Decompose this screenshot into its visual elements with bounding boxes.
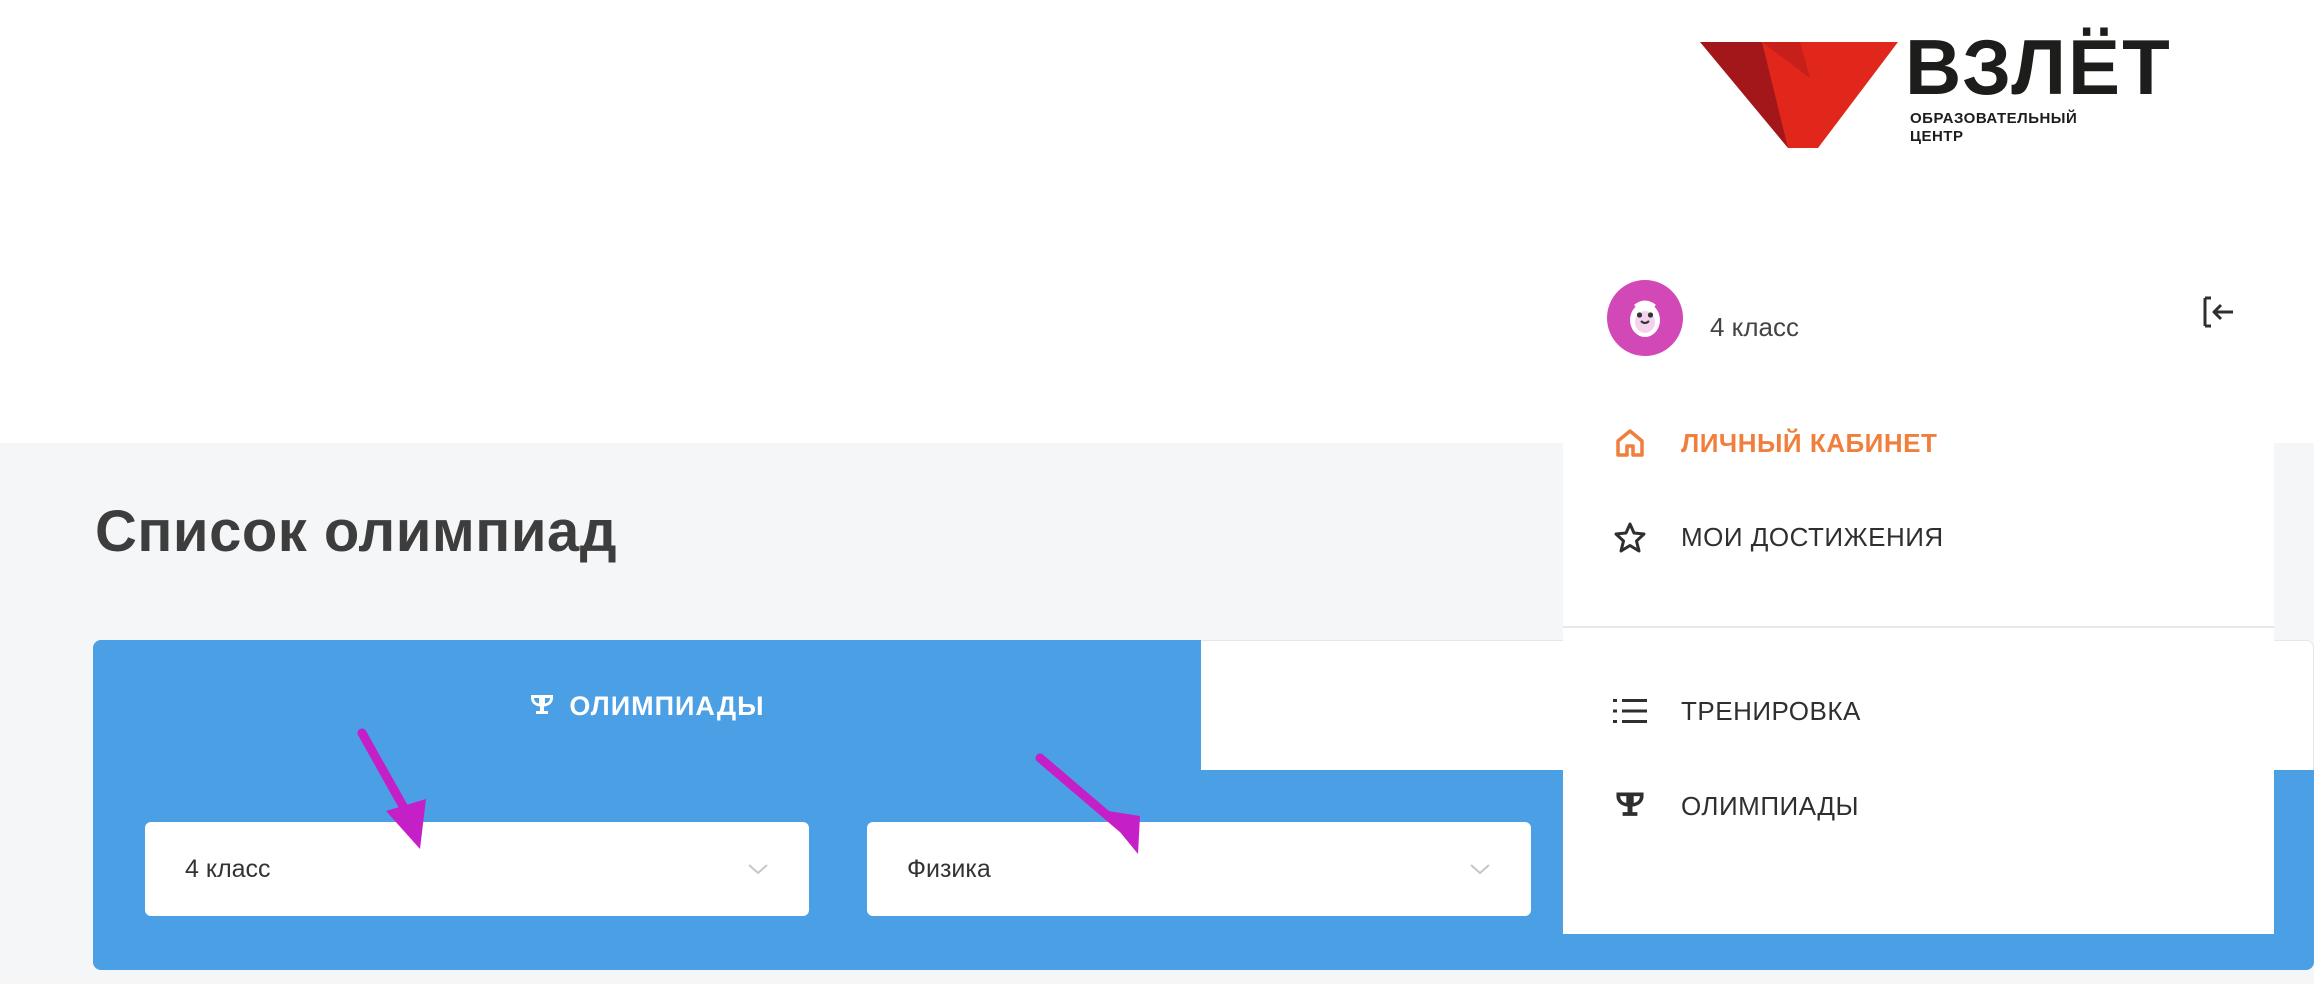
penguin-avatar-icon[interactable] xyxy=(1607,280,1683,356)
user-grade: 4 класс xyxy=(1710,312,1799,342)
menu-item-training-label: ТРЕНИРОВКА xyxy=(1681,695,1861,726)
brand-logo[interactable]: ВЗЛЁТ ОБРАЗОВАТЕЛЬНЫЙ ЦЕНТР xyxy=(1700,10,2170,160)
star-icon xyxy=(1613,520,1647,554)
menu-item-cabinet[interactable]: ЛИЧНЫЙ КАБИНЕТ xyxy=(1613,413,2213,473)
brand-subtitle: ОБРАЗОВАТЕЛЬНЫЙ ЦЕНТР xyxy=(1910,110,2077,146)
chevron-down-icon xyxy=(1469,862,1491,876)
annotation-arrow-grade xyxy=(357,728,426,849)
grade-select-value: 4 класс xyxy=(185,854,271,883)
menu-item-olympiads[interactable]: ОЛИМПИАДЫ xyxy=(1613,776,2213,836)
brand-subtitle-line1: ОБРАЗОВАТЕЛЬНЫЙ xyxy=(1910,110,2078,127)
tab-olympiads-label: ОЛИМПИАДЫ xyxy=(569,690,765,721)
trophy-icon xyxy=(1613,789,1647,823)
menu-item-training[interactable]: ТРЕНИРОВКА xyxy=(1613,681,2213,741)
menu-divider xyxy=(1563,626,2274,628)
logout-icon[interactable] xyxy=(2197,290,2241,334)
grade-select[interactable]: 4 класс xyxy=(145,822,809,916)
trophy-icon xyxy=(529,693,555,719)
menu-item-achievements[interactable]: МОИ ДОСТИЖЕНИЯ xyxy=(1613,507,2213,567)
subject-select-value: Физика xyxy=(907,854,991,883)
list-icon xyxy=(1613,694,1647,728)
subject-select[interactable]: Физика xyxy=(867,822,1531,916)
brand-check-icon xyxy=(1700,42,1898,148)
chevron-down-icon xyxy=(747,862,769,876)
page-title: Список олимпиад xyxy=(95,499,618,564)
menu-item-cabinet-label: ЛИЧНЫЙ КАБИНЕТ xyxy=(1681,427,1938,458)
annotation-arrow-subject xyxy=(1035,753,1140,854)
home-icon xyxy=(1613,426,1647,460)
menu-item-achievements-label: МОИ ДОСТИЖЕНИЯ xyxy=(1681,521,1944,552)
brand-subtitle-line2: ЦЕНТР xyxy=(1910,128,1964,145)
menu-item-olympiads-label: ОЛИМПИАДЫ xyxy=(1681,790,1860,821)
user-menu: 4 класс ЛИЧНЫЙ КАБИНЕТ МОИ ДОСТИЖЕНИЯ ТР… xyxy=(1563,250,2274,934)
brand-name: ВЗЛЁТ xyxy=(1905,23,2172,111)
menu-user: 4 класс xyxy=(1607,280,2233,360)
